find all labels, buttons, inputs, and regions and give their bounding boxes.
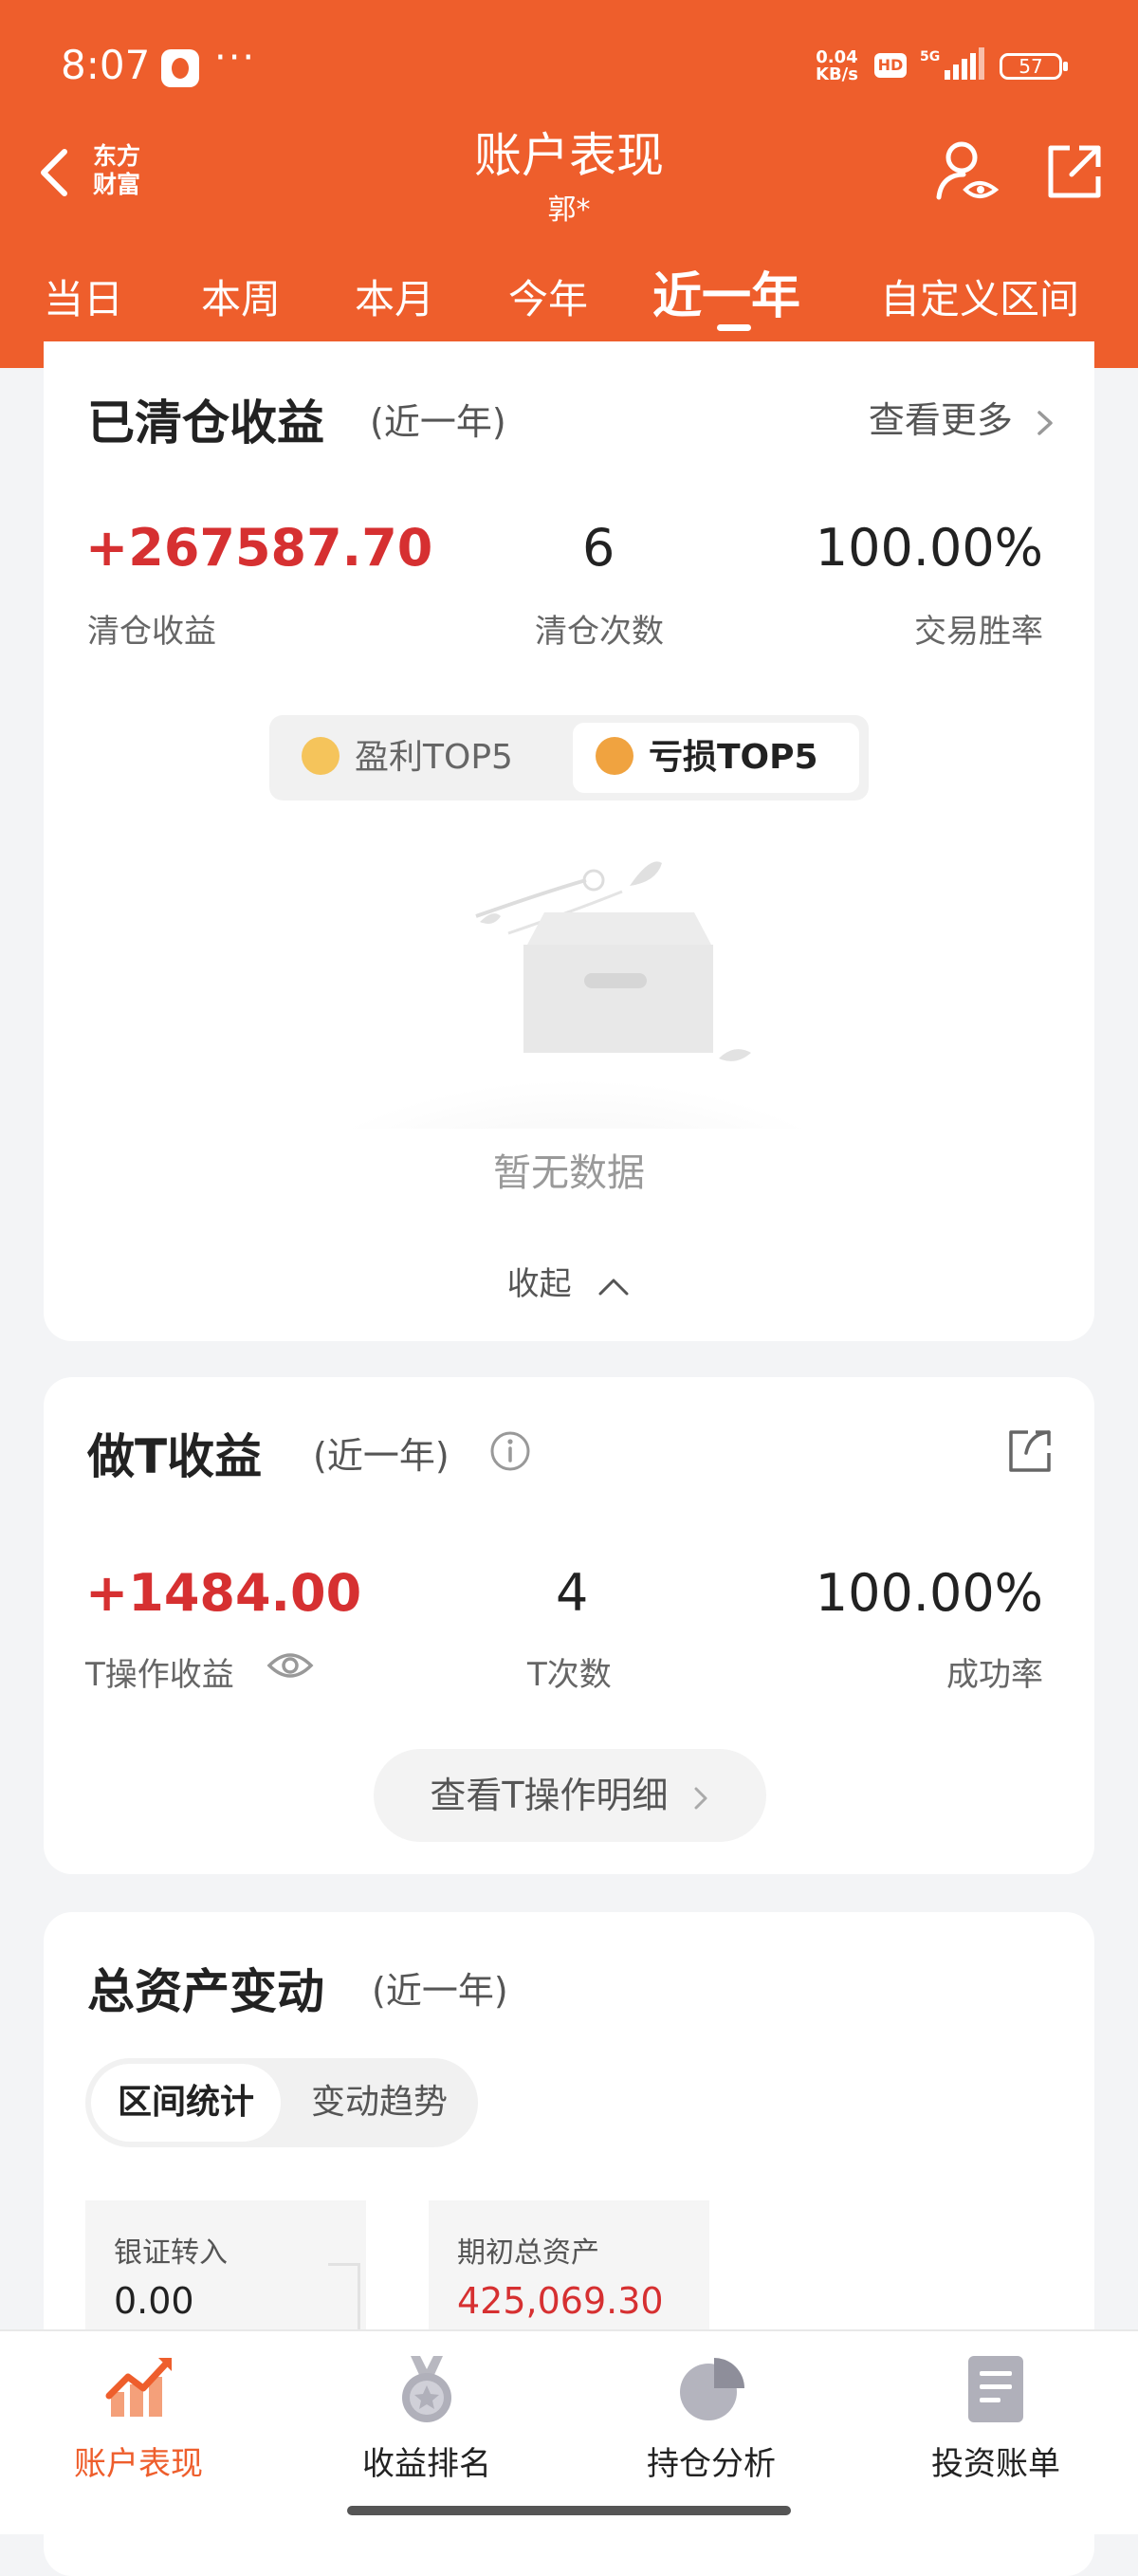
success-rate-value: 100.00% [815, 1563, 1043, 1623]
collapse-label: 收起 [506, 1265, 572, 1303]
tab-week[interactable]: 本周 [201, 267, 281, 325]
initial-assets-value: 425,069.30 [457, 2280, 664, 2322]
cleared-profit-label: 清仓收益 [87, 613, 216, 651]
interval-stats-option[interactable]: 区间统计 [91, 2064, 281, 2142]
win-rate-label: 交易胜率 [914, 613, 1043, 651]
loss-top5-label: 亏损TOP5 [649, 738, 818, 777]
tab-custom-range[interactable]: 自定义区间 [880, 267, 1079, 325]
status-bar: 8:07 ··· 0.04 KB/s HD 5G 57 [0, 0, 1138, 133]
cry-emoji-icon [596, 737, 633, 775]
empty-state-text: 暂无数据 [493, 1151, 645, 1195]
eye-icon[interactable] [266, 1647, 315, 1684]
screen-record-icon [161, 49, 199, 87]
t-profit-label: T操作收益 [85, 1656, 234, 1694]
nav-profit-ranking[interactable]: 收益排名 [322, 2352, 531, 2484]
t-trade-card: 做T收益 (近一年) +1484.00 T操作收益 4 T次数 100.00% … [44, 1377, 1094, 1874]
view-more-link[interactable]: 查看更多 [869, 391, 1056, 443]
network-type: 5G [920, 49, 940, 64]
empty-box-illustration [340, 861, 814, 1129]
cleared-profit-value: +267587.70 [85, 518, 433, 578]
cleared-profit-card: 已清仓收益 (近一年) 查看更多 +267587.70 清仓收益 6 清仓次数 … [44, 341, 1094, 1341]
nav-investment-bill[interactable]: 投资账单 [891, 2352, 1100, 2484]
net-speed: 0.04 KB/s [816, 49, 858, 83]
hd-icon: HD [874, 53, 907, 78]
signal-icon: 5G [920, 47, 984, 80]
tab-year[interactable]: 今年 [508, 267, 588, 325]
bill-icon [968, 2356, 1023, 2422]
more-notifications-icon: ··· [214, 36, 257, 80]
tab-last-year[interactable]: 近一年 [652, 256, 800, 327]
profit-top5-label: 盈利TOP5 [355, 738, 513, 777]
tab-today[interactable]: 当日 [44, 267, 123, 325]
chart-trend-icon [105, 2358, 172, 2417]
nav-account-performance[interactable]: 账户表现 [34, 2352, 243, 2484]
net-speed-unit: KB/s [816, 64, 858, 84]
home-indicator[interactable] [347, 2506, 791, 2515]
battery-icon: 57 [1000, 53, 1068, 80]
nav-label: 收益排名 [362, 2445, 491, 2483]
loss-top5-option[interactable]: 亏损TOP5 [573, 723, 859, 793]
info-icon[interactable] [489, 1430, 531, 1472]
transfer-in-label: 银证转入 [114, 2236, 228, 2270]
active-tab-indicator [717, 324, 751, 331]
app-header: 8:07 ··· 0.04 KB/s HD 5G 57 东方 财富 账户表现 郭… [0, 0, 1138, 368]
status-time: 8:07 [61, 42, 151, 88]
nav-label: 账户表现 [74, 2445, 203, 2483]
cleared-period: (近一年) [370, 401, 506, 443]
t-trade-period: (近一年) [313, 1435, 450, 1477]
trend-option[interactable]: 变动趋势 [284, 2064, 474, 2142]
collapse-button[interactable]: 收起 [44, 1258, 1094, 1304]
t-detail-button[interactable]: 查看T操作明细 [374, 1749, 766, 1842]
asset-view-toggle: 区间统计 变动趋势 [85, 2058, 478, 2147]
smile-emoji-icon [302, 737, 340, 775]
share-icon[interactable] [1043, 140, 1106, 203]
initial-assets-label: 期初总资产 [457, 2236, 599, 2270]
period-tabs: 当日 本周 本月 今年 近一年 自定义区间 [0, 248, 1138, 334]
t-count-label: T次数 [527, 1656, 612, 1694]
pie-chart-icon [680, 2358, 744, 2420]
nav-label: 持仓分析 [647, 2445, 776, 2483]
asset-change-title: 总资产变动 [87, 1964, 324, 2019]
success-rate-label: 成功率 [946, 1656, 1043, 1694]
nav-label: 投资账单 [931, 2445, 1060, 2483]
asset-change-period: (近一年) [372, 1970, 508, 2012]
t-trade-title: 做T收益 [87, 1429, 263, 1484]
cleared-count-value: 6 [582, 518, 615, 578]
transfer-in-value: 0.00 [114, 2280, 194, 2322]
chevron-up-icon [598, 1279, 629, 1295]
t-count-value: 4 [556, 1563, 589, 1623]
top5-toggle: 盈利TOP5 亏损TOP5 [269, 715, 869, 800]
medal-icon [402, 2356, 451, 2422]
cleared-title: 已清仓收益 [87, 396, 324, 451]
t-detail-label: 查看T操作明细 [430, 1775, 669, 1816]
cleared-count-label: 清仓次数 [535, 613, 664, 651]
profit-top5-option[interactable]: 盈利TOP5 [279, 723, 565, 793]
bottom-navigation: 账户表现 收益排名 持仓分析 投资账单 [0, 2329, 1138, 2534]
t-profit-value: +1484.00 [85, 1563, 362, 1623]
nav-holding-analysis[interactable]: 持仓分析 [607, 2352, 816, 2484]
win-rate-value: 100.00% [815, 518, 1043, 578]
chevron-right-icon [694, 1787, 707, 1809]
privacy-view-icon[interactable] [933, 138, 1001, 207]
view-more-label: 查看更多 [868, 399, 1013, 441]
chevron-right-icon [1037, 410, 1053, 435]
share-icon[interactable] [1005, 1425, 1056, 1476]
tab-month[interactable]: 本月 [355, 267, 434, 325]
